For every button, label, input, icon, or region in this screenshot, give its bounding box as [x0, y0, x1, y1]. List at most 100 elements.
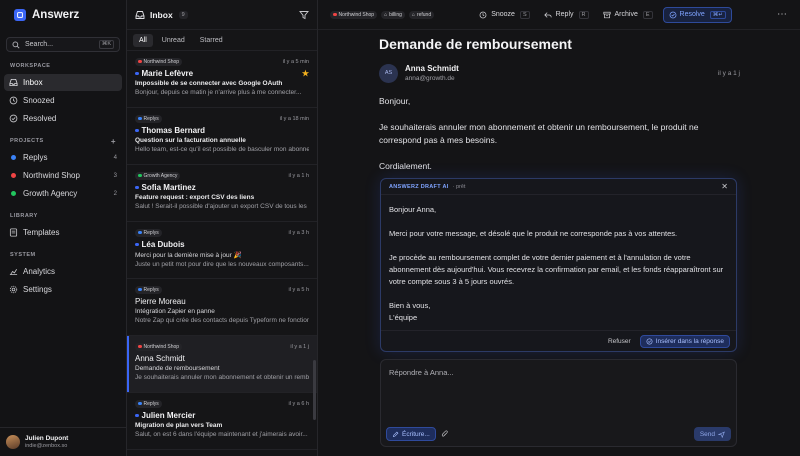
thread-item[interactable]: Replys il y a 5 h Pierre Moreau Intégrat…	[127, 279, 317, 336]
email-body: Bonjour, Je souhaiterais annuler mon abo…	[379, 95, 800, 173]
avatar	[6, 435, 20, 449]
draft-body[interactable]: Bonjour Anna, Merci pour votre message, …	[381, 195, 736, 332]
conversation-toolbar: Northwind Shop ⌂ billing ⌂ refund Snooze S …	[318, 0, 800, 30]
draft-paragraph: Je procède au remboursement complet de v…	[389, 253, 724, 286]
sidebar-item-resolved[interactable]: Resolved	[4, 110, 122, 127]
thread-sender: Anna Schmidt	[135, 354, 185, 363]
close-icon[interactable]: ✕	[721, 182, 728, 191]
thread-time: il y a 18 min	[279, 115, 309, 122]
thread-preview: Salut ! Serait-il possible d'ajouter un …	[135, 203, 309, 210]
email-subject: Demande de remboursement	[379, 36, 572, 52]
thread-sender: Léa Dubois	[141, 240, 185, 249]
tag-billing[interactable]: ⌂ billing	[381, 10, 405, 19]
app-window: Answerz Search... ⌘K WORKSPACE Inbox Sno…	[0, 0, 800, 456]
star-icon[interactable]: ★	[302, 69, 309, 78]
unread-dot	[135, 71, 139, 76]
sidebar-item-templates[interactable]: Templates	[4, 224, 122, 241]
thread-item[interactable]: Replys il y a 18 min Thomas Bernard Ques…	[127, 108, 317, 165]
template-icon	[9, 228, 18, 237]
resolve-button[interactable]: Resolve ⌘↵	[662, 6, 732, 23]
project-tag: Northwind Shop	[135, 342, 183, 351]
project-tag: Replys	[135, 114, 162, 123]
thread-time: il y a 1 h	[288, 172, 309, 179]
tab-starred[interactable]: Starred	[194, 34, 229, 47]
tab-all[interactable]: All	[133, 33, 153, 47]
tab-unread[interactable]: Unread	[156, 34, 191, 47]
sidebar-item-northwind-shop[interactable]: Northwind Shop 3	[4, 167, 122, 184]
logo-icon	[14, 9, 26, 21]
snooze-button[interactable]: Snooze S	[479, 10, 530, 19]
add-project-icon[interactable]: +	[111, 137, 116, 146]
send-icon	[718, 430, 725, 438]
thread-subject: Intégration Zapier en panne	[135, 308, 215, 315]
filter-icon[interactable]	[299, 10, 309, 20]
thread-subject: Question sur la facturation annuelle	[135, 137, 246, 144]
email-paragraph: Cordialement.	[379, 161, 432, 171]
search-input[interactable]: Search... ⌘K	[6, 37, 120, 52]
chart-icon	[9, 267, 18, 276]
check-circle-icon	[646, 338, 653, 344]
tag-icon: ⌂	[411, 11, 415, 18]
tag-icon: ⌂	[384, 11, 388, 18]
gear-icon	[9, 285, 18, 294]
draft-paragraph: Bien à vous, L'équipe	[389, 301, 431, 322]
thread-preview: Hello team, est-ce qu'il est possible de…	[135, 146, 309, 153]
refuse-button[interactable]: Refuser	[608, 338, 631, 345]
sidebar-item-settings[interactable]: Settings	[4, 281, 122, 298]
thread-item[interactable]: Replys il y a 3 h Léa Dubois Merci pour …	[127, 222, 317, 279]
section-title-workspace: WORKSPACE	[10, 63, 51, 69]
more-options-icon[interactable]: ⋯	[777, 9, 788, 20]
thread-time: il y a 5 h	[288, 286, 309, 293]
ai-draft-panel: ANSWERZ DRAFT AI · prêt ✕ Bonjour Anna, …	[380, 178, 737, 352]
archive-icon	[602, 11, 611, 18]
write-assist-button[interactable]: Écriture...	[386, 427, 436, 441]
reply-input[interactable]	[389, 368, 689, 377]
draft-label: ANSWERZ DRAFT AI	[389, 183, 449, 190]
unread-dot	[135, 242, 139, 247]
tag-refund[interactable]: ⌂ refund	[408, 10, 435, 19]
sidebar-item-inbox[interactable]: Inbox	[4, 74, 122, 91]
thread-preview: Bonjour, depuis ce matin je n'arrive plu…	[135, 89, 302, 96]
search-icon	[12, 41, 20, 49]
thread-item[interactable]: Growth Agency il y a 1 h Sofia Martinez …	[127, 165, 317, 222]
thread-sender: Julien Mercier	[141, 411, 196, 420]
user-name: Julien Dupont	[25, 435, 69, 442]
project-color-dot	[11, 155, 16, 160]
email-time: il y a 1 j	[717, 69, 740, 77]
sidebar-item-growth-agency[interactable]: Growth Agency 2	[4, 185, 122, 202]
thread-item[interactable]: Northwind Shop il y a 5 min Marie Lefèvr…	[127, 51, 317, 108]
project-tag: Growth Agency	[135, 171, 181, 180]
sidebar-item-replys[interactable]: Replys 4	[4, 149, 122, 166]
send-button[interactable]: Send	[693, 427, 731, 441]
search-placeholder: Search...	[25, 41, 54, 48]
inbox-count: 9	[178, 10, 188, 19]
attachment-icon[interactable]	[441, 430, 449, 438]
sidebar-item-analytics[interactable]: Analytics	[4, 263, 122, 280]
thread-preview: Je souhaiterais annuler mon abonnement e…	[135, 374, 309, 381]
inbox-scrollbar[interactable]	[313, 360, 316, 420]
inbox-panel: Inbox 9 All Unread Starred Northwind Sho…	[127, 0, 318, 456]
thread-sender: Marie Lefèvre	[141, 69, 194, 78]
section-title-system: SYSTEM	[10, 252, 36, 258]
email-message: Demande de remboursement AS Anna Schmidt…	[318, 34, 800, 173]
insert-button[interactable]: Insérer dans la réponse	[639, 334, 730, 348]
thread-item-selected[interactable]: Northwind Shop il y a 1 j Anna Schmidt D…	[127, 336, 317, 393]
thread-time: il y a 5 min	[282, 58, 309, 65]
reply-button[interactable]: Reply R	[543, 10, 589, 19]
thread-preview: Juste un petit mot pour dire que les nou…	[135, 261, 309, 268]
email-sender: AS Anna Schmidt anna@growth.de il y a 1 …	[379, 63, 800, 83]
sender-email: anna@growth.de	[405, 75, 455, 82]
archive-button[interactable]: Archive E	[602, 10, 653, 19]
thread-subject: Merci pour la dernière mise à jour 🎉	[135, 252, 242, 259]
sidebar-item-snoozed[interactable]: Snoozed	[4, 92, 122, 109]
inbox-icon	[135, 10, 145, 20]
thread-subject: Demande de remboursement	[135, 365, 220, 372]
thread-sender: Pierre Moreau	[135, 297, 186, 306]
tag-northwind-shop[interactable]: Northwind Shop	[330, 10, 378, 19]
email-paragraph: Bonjour,	[379, 96, 411, 106]
project-tag: Replys	[135, 285, 162, 294]
check-circle-icon	[669, 11, 676, 18]
user-profile[interactable]: Julien Dupont indie@zenbox.so	[0, 427, 126, 456]
sidebar: Answerz Search... ⌘K WORKSPACE Inbox Sno…	[0, 0, 127, 456]
thread-item[interactable]: Replys il y a 6 h Julien Mercier Migrati…	[127, 393, 317, 450]
